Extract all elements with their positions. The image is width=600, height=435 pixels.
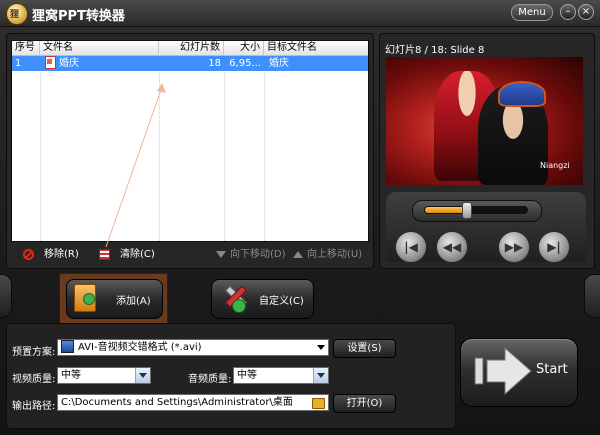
column-header-filename[interactable]: 文件名: [40, 41, 159, 55]
tools-icon: [222, 283, 247, 313]
cell-slides: 18: [208, 58, 221, 69]
skip-start-icon: |◀: [404, 240, 418, 254]
video-quality-label: 视频质量:: [12, 374, 56, 385]
play-arrow-icon: [474, 346, 532, 396]
app-logo: 狸: [6, 3, 28, 25]
first-slide-button[interactable]: |◀: [395, 231, 427, 263]
remove-icon: [23, 248, 34, 260]
last-slide-button[interactable]: ▶|: [538, 231, 570, 263]
preview-figure: [498, 81, 546, 107]
arrow-up-icon: [293, 250, 303, 258]
chevron-down-icon: [135, 368, 150, 383]
cell-index: 1: [15, 58, 22, 69]
clear-button[interactable]: 清除(C): [99, 248, 155, 262]
app-window: 狸 狸窝PPT转换器 Menu – × 序号 文件名 幻灯片数 大小 目标文件名…: [0, 0, 600, 435]
slide-indicator: 幻灯片8 / 18: Slide 8: [385, 45, 485, 56]
preview-watermark: Niangzi: [540, 161, 570, 170]
column-header-target[interactable]: 目标文件名: [264, 41, 368, 55]
move-up-button[interactable]: 向上移动(U): [293, 248, 362, 262]
previous-slide-button[interactable]: ◀◀: [436, 231, 468, 263]
folder-icon[interactable]: [312, 398, 325, 409]
side-decoration: [0, 274, 12, 318]
menu-label: Menu: [518, 7, 546, 18]
close-button[interactable]: ×: [578, 4, 594, 20]
output-path-field[interactable]: C:\Documents and Settings\Administrator\…: [57, 394, 329, 411]
audio-quality-select[interactable]: 中等: [233, 367, 329, 384]
minimize-button[interactable]: –: [560, 4, 576, 20]
file-list-header: 序号 文件名 幻灯片数 大小 目标文件名: [12, 41, 368, 56]
hint-arrow-icon: [105, 83, 166, 248]
open-folder-button[interactable]: 打开(O): [333, 394, 396, 413]
close-icon: ×: [581, 6, 591, 17]
grid-divider: [264, 55, 266, 241]
seek-bar-progress: [425, 207, 467, 213]
add-file-icon: [74, 284, 96, 312]
start-button-label: Start: [536, 362, 568, 377]
settings-button[interactable]: 设置(S): [333, 339, 396, 358]
cell-target: 婚庆: [269, 58, 289, 69]
fast-forward-icon: ▶▶: [504, 240, 524, 254]
seek-handle[interactable]: [462, 202, 472, 219]
menu-button[interactable]: Menu: [511, 4, 553, 21]
move-down-button[interactable]: 向下移动(D): [216, 248, 286, 262]
video-format-icon: [61, 340, 74, 353]
audio-quality-label: 音频质量:: [188, 374, 232, 385]
next-slide-button[interactable]: ▶▶: [498, 231, 530, 263]
preset-select[interactable]: AVI-音视频交错格式 (*.avi): [57, 339, 329, 356]
slide-preview-image: Niangzi: [386, 57, 583, 185]
customize-button-label: 自定义(C): [259, 296, 304, 307]
file-list[interactable]: 序号 文件名 幻灯片数 大小 目标文件名 1 婚庆 18 6,95... 婚庆: [11, 40, 369, 248]
output-path-label: 输出路径:: [12, 401, 56, 412]
window-title: 狸窝PPT转换器: [32, 9, 125, 24]
side-decoration: [584, 274, 600, 318]
add-button-label: 添加(A): [116, 296, 151, 307]
grid-divider: [224, 55, 226, 241]
column-header-index[interactable]: 序号: [12, 41, 40, 55]
table-row[interactable]: 1 婚庆 18 6,95... 婚庆: [12, 56, 368, 71]
minimize-icon: –: [565, 6, 571, 17]
cell-size: 6,95...: [229, 58, 261, 69]
list-action-bar: 移除(R) 清除(C) 向下移动(D) 向上移动(U): [11, 244, 367, 266]
remove-button[interactable]: 移除(R): [23, 248, 79, 262]
ppt-file-icon: [45, 56, 56, 69]
cell-filename: 婚庆: [42, 56, 157, 71]
chevron-down-icon: [314, 340, 328, 355]
title-bar: 狸 狸窝PPT转换器 Menu – ×: [0, 0, 600, 27]
video-quality-select[interactable]: 中等: [57, 367, 151, 384]
clear-icon: [99, 248, 110, 260]
chevron-down-icon: [313, 368, 328, 383]
grid-divider: [40, 55, 42, 241]
column-header-size[interactable]: 大小: [224, 41, 264, 55]
preset-label: 预置方案:: [12, 347, 56, 358]
rewind-icon: ◀◀: [442, 240, 462, 254]
arrow-down-icon: [216, 250, 226, 258]
skip-end-icon: ▶|: [547, 240, 561, 254]
column-header-slides[interactable]: 幻灯片数: [159, 41, 224, 55]
